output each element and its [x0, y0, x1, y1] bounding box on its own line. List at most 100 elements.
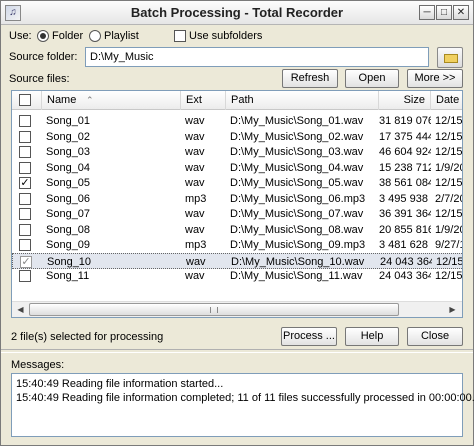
file-name-cell: Song_05: [46, 177, 91, 189]
use-subfolders-label[interactable]: Use subfolders: [189, 30, 262, 42]
file-date-cell: 1/9/200: [435, 223, 462, 236]
grip-icon: [210, 307, 218, 313]
header-checkbox-cell[interactable]: [12, 91, 42, 110]
file-size-cell: 38 561 084: [379, 177, 431, 189]
playlist-radio[interactable]: [89, 30, 101, 42]
column-header-size[interactable]: Size: [379, 91, 431, 110]
file-path-cell: D:\My_Music\Song_07.wav: [230, 208, 364, 220]
file-ext-cell: mp3: [185, 192, 207, 205]
scroll-right-icon[interactable]: ▶: [445, 303, 460, 317]
file-name-cell: Song_04: [46, 161, 91, 174]
row-checkbox[interactable]: [19, 192, 31, 205]
minimize-icon: ─: [423, 7, 431, 18]
column-header-ext[interactable]: Ext: [181, 91, 226, 110]
use-subfolders-checkbox[interactable]: [174, 30, 186, 42]
maximize-button[interactable]: □: [436, 5, 452, 20]
table-row[interactable]: Song_06 mp3 D:\My_Music\Song_06.mp3 3 495 9…: [12, 191, 462, 207]
scroll-left-icon[interactable]: ◀: [13, 303, 28, 317]
message-line: 15:40:49 Reading file information starte…: [16, 378, 224, 390]
folder-radio[interactable]: [37, 30, 49, 42]
file-name-cell: Song_01: [46, 115, 91, 127]
window-title: Batch Processing - Total Recorder: [130, 5, 344, 20]
file-date-cell: 12/15/: [435, 115, 463, 127]
row-checkbox[interactable]: ✓: [20, 255, 32, 268]
table-row[interactable]: ✓ Song_05 wav D:\My_Music\Song_05.wav 38 561…: [12, 175, 463, 191]
process-button[interactable]: Process ...: [281, 327, 337, 346]
column-header-date[interactable]: Date m: [431, 91, 462, 110]
panel-splitter[interactable]: [1, 349, 473, 353]
horizontal-scrollbar[interactable]: ◀ ▶: [12, 301, 462, 317]
column-name-label: Name: [47, 94, 77, 106]
file-ext-cell: wav: [185, 208, 205, 220]
scrollbar-thumb[interactable]: [29, 303, 399, 316]
file-path-cell: D:\My_Music\Song_08.wav: [230, 223, 364, 236]
file-path-cell: D:\My_Music\Song_03.wav: [230, 146, 364, 158]
list-header: Name ⌃ Ext Path Size Date m: [12, 91, 462, 110]
file-size-cell: 3 495 938: [379, 192, 428, 205]
help-button[interactable]: Help: [345, 327, 399, 346]
use-label: Use:: [9, 30, 32, 42]
table-row[interactable]: Song_07 wav D:\My_Music\Song_07.wav 36 391 …: [12, 206, 463, 222]
file-date-cell: 12/15/: [435, 130, 463, 143]
row-checkbox[interactable]: [19, 223, 31, 236]
close-icon: ✕: [456, 7, 466, 18]
table-row[interactable]: Song_09 mp3 D:\My_Music\Song_09.mp3 3 481 6…: [12, 237, 463, 253]
file-path-cell: D:\My_Music\Song_06.mp3: [230, 192, 366, 205]
more-button[interactable]: More >>: [407, 69, 463, 88]
file-path-cell: D:\My_Music\Song_02.wav: [230, 130, 364, 143]
folder-radio-label[interactable]: Folder: [52, 30, 83, 42]
file-size-cell: 24 043 364: [379, 270, 431, 282]
file-path-cell: D:\My_Music\Song_05.wav: [230, 177, 364, 189]
row-checkbox[interactable]: ✓: [19, 177, 31, 189]
messages-label: Messages:: [11, 359, 65, 371]
minimize-button[interactable]: ─: [419, 5, 435, 20]
table-row[interactable]: Song_01 wav D:\My_Music\Song_01.wav 31 819 …: [12, 113, 463, 129]
file-date-cell: 12/15/: [435, 177, 463, 189]
file-name-cell: Song_06: [46, 192, 91, 205]
source-folder-input[interactable]: D:\My_Music: [85, 47, 429, 67]
file-name-cell: Song_03: [46, 146, 91, 158]
file-size-cell: 20 855 816: [379, 223, 431, 236]
file-date-cell: 9/27/1: [435, 239, 463, 251]
file-size-cell: 3 481 628: [379, 239, 428, 251]
sort-ascending-icon: ⌃: [86, 95, 94, 105]
file-path-cell: D:\My_Music\Song_11.wav: [230, 270, 363, 282]
table-row[interactable]: Song_11 wav D:\My_Music\Song_11.wav 24 043 …: [12, 268, 463, 284]
close-window-button[interactable]: ✕: [453, 5, 469, 20]
file-list[interactable]: Name ⌃ Ext Path Size Date m Song_01wavD:…: [11, 90, 463, 318]
open-button[interactable]: Open: [345, 69, 399, 88]
row-checkbox[interactable]: [19, 115, 31, 127]
messages-log[interactable]: 15:40:49 Reading file information starte…: [11, 373, 474, 437]
table-row[interactable]: Song_03 wav D:\My_Music\Song_03.wav 46 604 …: [12, 144, 463, 160]
close-button[interactable]: Close: [407, 327, 463, 346]
file-date-cell: 12/15/: [435, 208, 463, 220]
table-row[interactable]: ✓ Song_10 wav D:\My_Music\Song_10.wav 24 043…: [12, 252, 462, 269]
file-date-cell: 12/15/: [435, 270, 463, 282]
row-checkbox[interactable]: [19, 161, 31, 174]
file-name-cell: Song_09: [46, 239, 91, 251]
playlist-radio-label[interactable]: Playlist: [104, 30, 139, 42]
row-checkbox[interactable]: [19, 239, 31, 251]
file-date-cell: 12/15/: [435, 146, 463, 158]
select-all-checkbox[interactable]: [19, 94, 31, 106]
row-checkbox[interactable]: [19, 130, 31, 143]
row-checkbox[interactable]: [19, 146, 31, 158]
column-header-name[interactable]: Name ⌃: [42, 91, 181, 110]
column-header-path[interactable]: Path: [226, 91, 379, 110]
source-folder-label: Source folder:: [9, 51, 78, 63]
row-checkbox[interactable]: [19, 270, 31, 282]
refresh-button[interactable]: Refresh: [282, 69, 338, 88]
table-row[interactable]: Song_02 wav D:\My_Music\Song_02.wav 17 375 …: [12, 129, 463, 145]
file-path-cell: D:\My_Music\Song_04.wav: [230, 161, 364, 174]
title-bar[interactable]: ♫ Batch Processing - Total Recorder ─ □ …: [1, 1, 473, 25]
file-ext-cell: wav: [185, 146, 205, 158]
browse-folder-button[interactable]: [437, 47, 463, 68]
table-row[interactable]: Song_04 wav D:\My_Music\Song_04.wav 15 238 …: [12, 160, 462, 176]
table-row[interactable]: Song_08 wav D:\My_Music\Song_08.wav 20 855 …: [12, 222, 462, 238]
file-ext-cell: wav: [185, 270, 205, 282]
file-ext-cell: wav: [185, 115, 205, 127]
file-ext-cell: wav: [185, 161, 205, 174]
status-text: 2 file(s) selected for processing: [11, 331, 164, 343]
file-size-cell: 17 375 444: [379, 130, 431, 143]
row-checkbox[interactable]: [19, 208, 31, 220]
